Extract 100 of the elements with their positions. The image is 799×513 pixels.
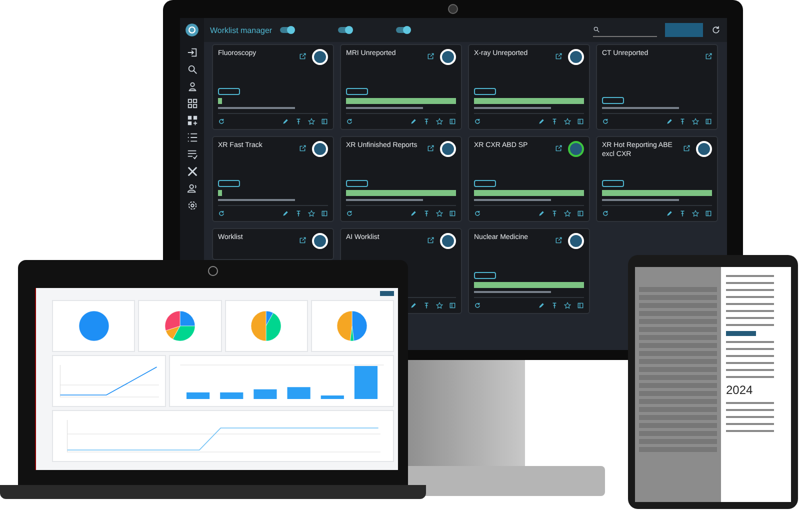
pin-icon[interactable]: [423, 118, 430, 125]
panel-icon[interactable]: [705, 118, 712, 125]
refresh-icon[interactable]: [474, 302, 481, 309]
refresh-icon[interactable]: [346, 118, 353, 125]
external-link-icon[interactable]: [555, 53, 562, 60]
external-link-icon[interactable]: [427, 237, 434, 244]
pencil-icon[interactable]: [666, 210, 673, 217]
toggle-switch[interactable]: [396, 27, 410, 33]
pencil-icon[interactable]: [538, 302, 545, 309]
external-link-icon[interactable]: [299, 145, 306, 152]
tag-badge: [602, 180, 624, 187]
external-link-icon[interactable]: [427, 145, 434, 152]
panel-icon[interactable]: [449, 210, 456, 217]
logo-icon: [185, 23, 199, 37]
star-icon[interactable]: [436, 302, 443, 309]
pencil-icon[interactable]: [538, 210, 545, 217]
refresh-icon[interactable]: [474, 210, 481, 217]
refresh-icon[interactable]: [711, 25, 721, 35]
pencil-icon[interactable]: [666, 118, 673, 125]
text-line: [726, 324, 774, 326]
text-line: [726, 362, 774, 364]
pencil-icon[interactable]: [410, 210, 417, 217]
toggle-switch[interactable]: [338, 27, 352, 33]
refresh-icon[interactable]: [218, 118, 225, 125]
external-link-icon[interactable]: [555, 237, 562, 244]
pencil-icon[interactable]: [538, 118, 545, 125]
panel-icon[interactable]: [577, 118, 584, 125]
grid-add-icon[interactable]: [186, 115, 198, 126]
pin-icon[interactable]: [551, 118, 558, 125]
pencil-icon[interactable]: [282, 210, 289, 217]
panel-icon[interactable]: [321, 118, 328, 125]
login-icon[interactable]: [186, 47, 198, 58]
toggle-switch[interactable]: [280, 27, 294, 33]
external-link-icon[interactable]: [705, 53, 712, 60]
external-link-icon[interactable]: [683, 145, 690, 152]
panel-icon[interactable]: [705, 210, 712, 217]
text-line: [726, 369, 774, 371]
pie-chart-drawing: [164, 311, 195, 341]
star-icon[interactable]: [436, 118, 443, 125]
panel-icon[interactable]: [577, 210, 584, 217]
pin-icon[interactable]: [295, 118, 302, 125]
checklist-icon[interactable]: [186, 149, 198, 160]
pin-icon[interactable]: [679, 118, 686, 125]
star-icon[interactable]: [436, 210, 443, 217]
tag-badge: [346, 88, 368, 95]
star-icon[interactable]: [564, 210, 571, 217]
external-link-icon[interactable]: [299, 53, 306, 60]
panel-icon[interactable]: [321, 210, 328, 217]
group-icon[interactable]: [186, 183, 198, 194]
app-title: Worklist manager: [210, 26, 272, 34]
year-heading: 2024: [726, 383, 754, 397]
refresh-icon[interactable]: [602, 210, 609, 217]
text-line: [726, 430, 774, 432]
tag-badge: [346, 180, 368, 187]
text-line: [726, 416, 774, 418]
pin-icon[interactable]: [679, 210, 686, 217]
text-line: [726, 341, 774, 343]
star-icon[interactable]: [692, 118, 699, 125]
star-icon[interactable]: [564, 118, 571, 125]
settings-icon[interactable]: [186, 200, 198, 211]
tag-badge: [474, 180, 496, 187]
refresh-icon[interactable]: [218, 210, 225, 217]
user-icon[interactable]: [186, 81, 198, 92]
star-icon[interactable]: [308, 118, 315, 125]
text-line: [726, 317, 774, 319]
pencil-icon[interactable]: [282, 118, 289, 125]
refresh-icon[interactable]: [346, 210, 353, 217]
text-line: [726, 275, 774, 277]
pin-icon[interactable]: [551, 302, 558, 309]
pencil-icon[interactable]: [410, 118, 417, 125]
grid-icon[interactable]: [186, 98, 198, 109]
camera-dot: [208, 266, 218, 276]
pin-icon[interactable]: [295, 210, 302, 217]
external-link-icon[interactable]: [299, 237, 306, 244]
pin-icon[interactable]: [423, 302, 430, 309]
panel-icon[interactable]: [449, 118, 456, 125]
refresh-icon[interactable]: [602, 118, 609, 125]
panel-icon[interactable]: [577, 302, 584, 309]
pie-chart-drawing: [337, 311, 368, 341]
star-icon[interactable]: [308, 210, 315, 217]
text-line: [726, 348, 774, 350]
external-link-icon[interactable]: [427, 53, 434, 60]
tag-badge: [218, 88, 240, 95]
refresh-icon[interactable]: [474, 118, 481, 125]
tag-badge: [218, 180, 240, 187]
search-icon[interactable]: [186, 64, 198, 75]
list-icon[interactable]: [186, 132, 198, 143]
text-line: [726, 402, 774, 404]
text-line: [726, 289, 774, 291]
text-line: [726, 282, 774, 284]
text-line: [726, 296, 774, 298]
external-link-icon[interactable]: [555, 145, 562, 152]
pencil-icon[interactable]: [410, 302, 417, 309]
star-icon[interactable]: [692, 210, 699, 217]
pin-icon[interactable]: [551, 210, 558, 217]
text-line: [726, 409, 774, 411]
pie-chart-drawing: [78, 311, 109, 341]
panel-icon[interactable]: [449, 302, 456, 309]
star-icon[interactable]: [564, 302, 571, 309]
pin-icon[interactable]: [423, 210, 430, 217]
